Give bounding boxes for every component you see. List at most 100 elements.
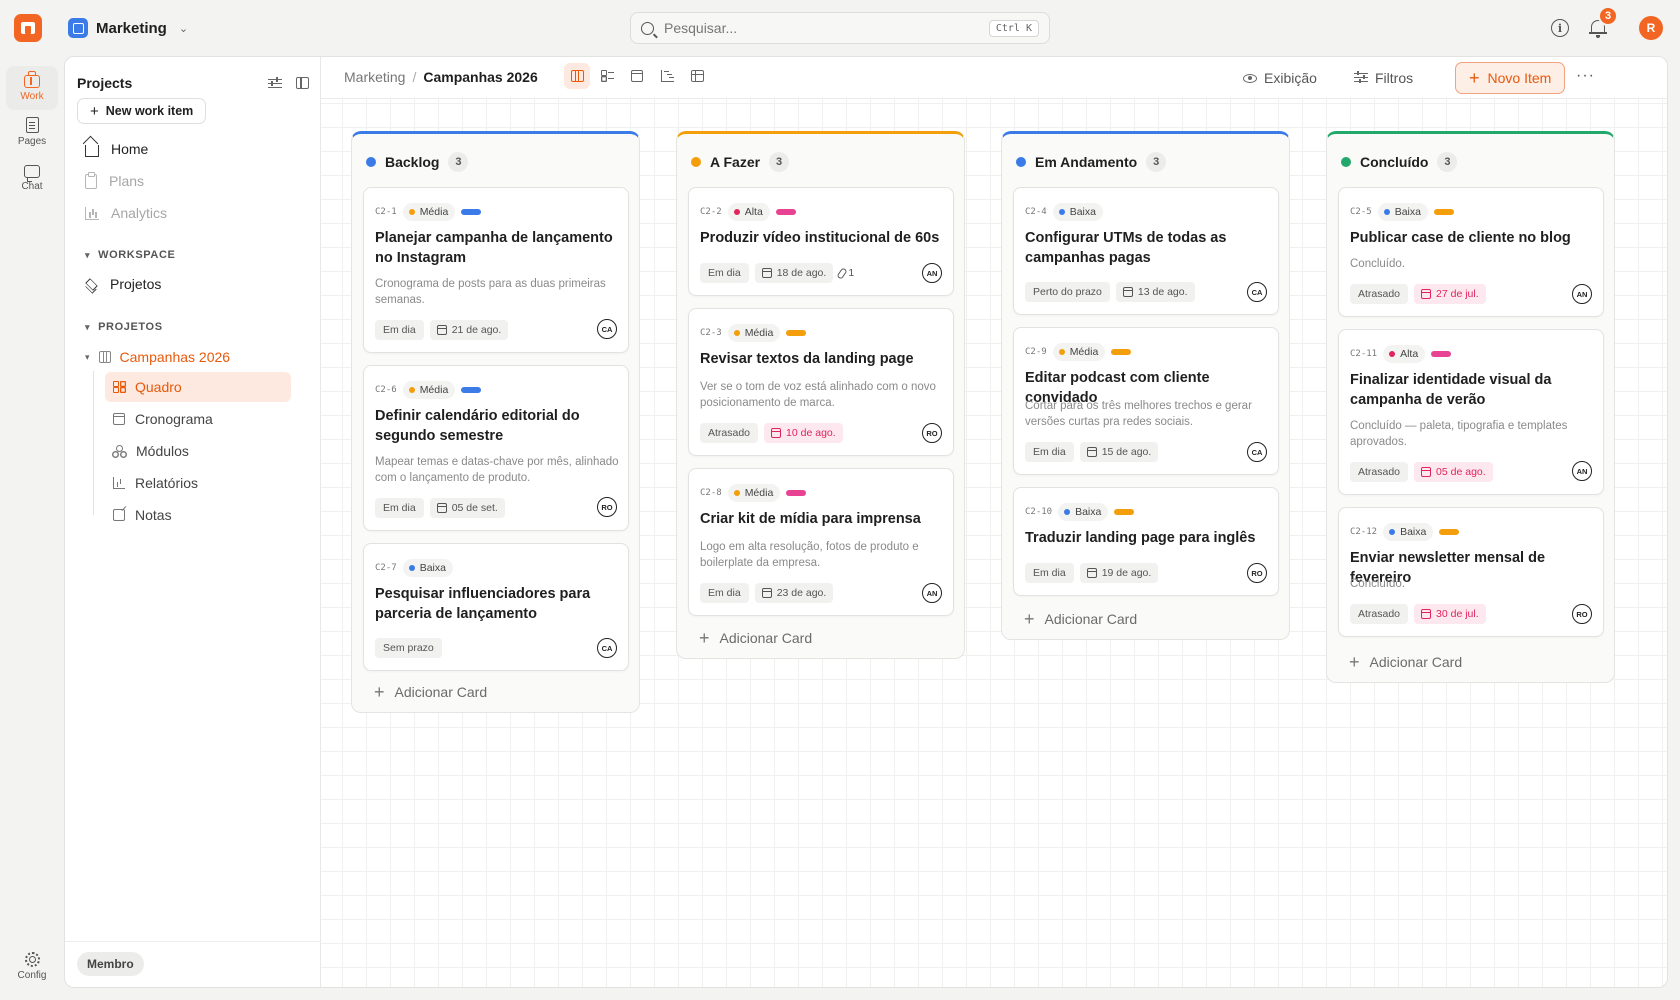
- assignee-avatar[interactable]: RO: [1247, 563, 1267, 583]
- board-icon: [113, 381, 125, 393]
- rail-label: Work: [20, 90, 44, 102]
- bar-chart-icon: [85, 206, 99, 220]
- workspace-icon: [68, 18, 88, 38]
- card-footer: Atrasado 05 de ago.: [1350, 462, 1493, 482]
- due-date: 18 de ago.: [754, 263, 834, 283]
- view-board-button[interactable]: [564, 63, 590, 89]
- assignee-avatar[interactable]: RO: [922, 423, 942, 443]
- assignee-avatar[interactable]: CA: [1247, 442, 1267, 462]
- nav-home[interactable]: Home: [79, 134, 307, 164]
- column-title: Em Andamento: [1035, 154, 1138, 170]
- new-item-label: Novo Item: [1487, 70, 1552, 86]
- view-list-button[interactable]: [594, 63, 620, 89]
- collapse-sidebar-icon[interactable]: [296, 77, 309, 89]
- work-item-card[interactable]: C2-11 Alta Finalizar identidade visual d…: [1338, 329, 1604, 495]
- sliders-icon[interactable]: [268, 77, 282, 89]
- tree-line: [93, 371, 94, 515]
- nav-label: Home: [111, 141, 149, 157]
- projects-section-toggle[interactable]: ▾ PROJETOS: [85, 321, 163, 333]
- calendar-icon: [436, 325, 447, 335]
- plus-icon: +: [1349, 652, 1360, 672]
- workspace-switcher[interactable]: Marketing ⌄: [68, 16, 188, 40]
- assignee-avatar[interactable]: AN: [1572, 461, 1592, 481]
- assignee-avatar[interactable]: AN: [922, 263, 942, 283]
- rail-item-work[interactable]: Work: [6, 66, 58, 110]
- breadcrumb-root[interactable]: Marketing: [344, 69, 405, 85]
- card-title: Produzir vídeo institucional de 60s: [700, 230, 940, 246]
- work-item-card[interactable]: C2-9 Média Editar podcast com cliente co…: [1013, 327, 1279, 475]
- add-card-button[interactable]: + Adicionar Card: [699, 628, 812, 648]
- add-card-button[interactable]: + Adicionar Card: [374, 682, 487, 702]
- card-description: Logo em alta resolução, fotos de produto…: [700, 541, 919, 569]
- nav-plans[interactable]: Plans: [79, 166, 307, 196]
- assignee-avatar[interactable]: CA: [597, 319, 617, 339]
- rail-item-config[interactable]: Config: [6, 946, 58, 986]
- priority-dot: [1058, 349, 1065, 355]
- workspace-section-toggle[interactable]: ▾ WORKSPACE: [85, 249, 175, 261]
- filters-button[interactable]: Filtros: [1354, 67, 1413, 89]
- work-item-card[interactable]: C2-7 Baixa Pesquisar influenciadores par…: [363, 543, 629, 671]
- work-item-card[interactable]: C2-12 Baixa Enviar newsletter mensal de …: [1338, 507, 1604, 637]
- project-campanhas-2026[interactable]: ▾ Campanhas 2026: [85, 345, 230, 369]
- search-bar[interactable]: Ctrl K: [630, 12, 1050, 44]
- priority-label: Baixa: [1400, 526, 1427, 538]
- plus-icon: +: [1469, 68, 1480, 88]
- card-id: C2-9: [1025, 347, 1047, 357]
- role-badge: Membro: [77, 952, 144, 976]
- assignee-avatar[interactable]: RO: [597, 497, 617, 517]
- page-icon: [25, 117, 39, 133]
- assignee-avatar[interactable]: AN: [1572, 284, 1592, 304]
- list-view-icon: [600, 70, 614, 82]
- nav-projetos[interactable]: Projetos: [79, 269, 307, 299]
- work-item-card[interactable]: C2-6 Média Definir calendário editorial …: [363, 365, 629, 531]
- search-input[interactable]: [664, 20, 989, 36]
- due-date-label: 27 de jul.: [1436, 288, 1479, 300]
- user-avatar[interactable]: R: [1639, 16, 1663, 40]
- card-id: C2-4: [1025, 207, 1047, 217]
- work-item-card[interactable]: C2-5 Baixa Publicar case de cliente no b…: [1338, 187, 1604, 317]
- new-work-item-button[interactable]: + New work item: [77, 98, 207, 124]
- work-item-card[interactable]: C2-2 Alta Produzir vídeo institucional d…: [688, 187, 954, 296]
- column-count: 3: [769, 152, 790, 172]
- rail-item-pages[interactable]: Pages: [6, 112, 58, 152]
- sub-item-label: Notas: [135, 507, 172, 523]
- view-spreadsheet-button[interactable]: [684, 63, 710, 89]
- work-item-card[interactable]: C2-4 Baixa Configurar UTMs de todas as c…: [1013, 187, 1279, 315]
- app-logo[interactable]: [14, 14, 42, 42]
- rail-label: Config: [17, 969, 47, 981]
- priority-badge: Baixa: [1052, 203, 1103, 221]
- due-date-label: 18 de ago.: [776, 267, 827, 279]
- sub-item-quadro[interactable]: Quadro: [105, 372, 291, 402]
- card-description: Cronograma de posts para as duas primeir…: [375, 278, 606, 306]
- work-item-card[interactable]: C2-1 Média Planejar campanha de lançamen…: [363, 187, 629, 353]
- assignee-avatar[interactable]: CA: [1247, 282, 1267, 302]
- nav-analytics[interactable]: Analytics: [79, 198, 307, 228]
- more-options-icon[interactable]: ···: [1576, 67, 1595, 85]
- work-item-card[interactable]: C2-10 Baixa Traduzir landing page para i…: [1013, 487, 1279, 596]
- assignee-avatar[interactable]: CA: [597, 638, 617, 658]
- rail-item-chat[interactable]: Chat: [6, 158, 58, 198]
- view-gantt-button[interactable]: [654, 63, 680, 89]
- sub-item-relatorios[interactable]: Relatórios: [105, 468, 291, 498]
- sub-item-cronograma[interactable]: Cronograma: [105, 404, 291, 434]
- priority-badge: Média: [1052, 343, 1106, 361]
- info-icon[interactable]: i: [1551, 19, 1569, 37]
- sub-item-label: Módulos: [136, 443, 189, 459]
- assignee-avatar[interactable]: RO: [1572, 604, 1592, 624]
- status-badge: Atrasado: [700, 423, 759, 443]
- paperclip-icon: [836, 266, 848, 280]
- label-tag: [1111, 349, 1132, 355]
- work-item-card[interactable]: C2-8 Média Criar kit de mídia para impre…: [688, 468, 954, 616]
- add-card-button[interactable]: + Adicionar Card: [1349, 652, 1462, 672]
- assignee-avatar[interactable]: AN: [922, 583, 942, 603]
- column-status-dot: [691, 157, 701, 167]
- view-calendar-button[interactable]: [624, 63, 650, 89]
- work-item-card[interactable]: C2-3 Média Revisar textos da landing pag…: [688, 308, 954, 456]
- sub-item-notas[interactable]: Notas: [105, 500, 291, 530]
- label-tag: [1114, 509, 1135, 515]
- sub-item-modulos[interactable]: Módulos: [105, 436, 291, 466]
- new-item-button[interactable]: + Novo Item: [1455, 62, 1566, 94]
- content-area: Marketing / Campanhas 2026 Exibição Filt…: [321, 57, 1667, 987]
- display-button[interactable]: Exibição: [1243, 67, 1317, 89]
- add-card-button[interactable]: + Adicionar Card: [1024, 609, 1137, 629]
